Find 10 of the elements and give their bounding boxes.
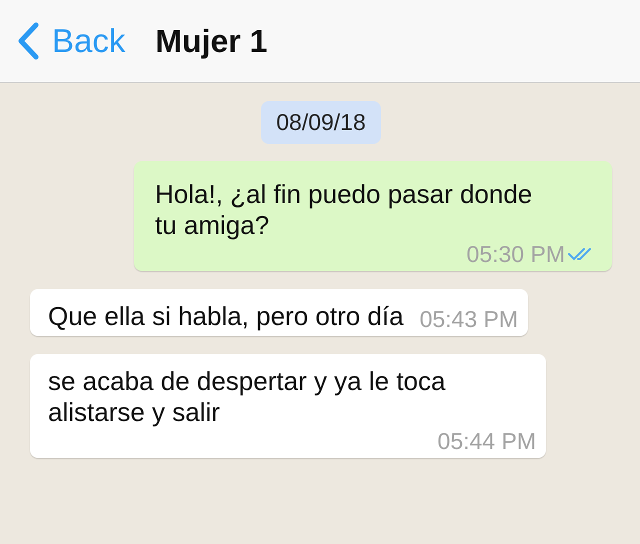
message-text: Hola!, ¿al fin puedo pasar donde tu amiga?	[155, 179, 534, 241]
message-text: se acaba de despertar y ya le toca alistarse y salir	[48, 366, 446, 428]
message-time: 05:30 PM	[466, 241, 565, 267]
date-chip: 08/09/18	[261, 101, 381, 144]
message-time: 05:43 PM	[420, 306, 518, 332]
message-time: 05:44 PM	[438, 428, 536, 454]
back-button[interactable]: Back	[16, 22, 126, 60]
chat-title: Mujer 1	[155, 22, 268, 60]
message-text: Que ella si habla, pero otro día	[48, 301, 404, 332]
back-chevron-icon	[16, 22, 40, 60]
